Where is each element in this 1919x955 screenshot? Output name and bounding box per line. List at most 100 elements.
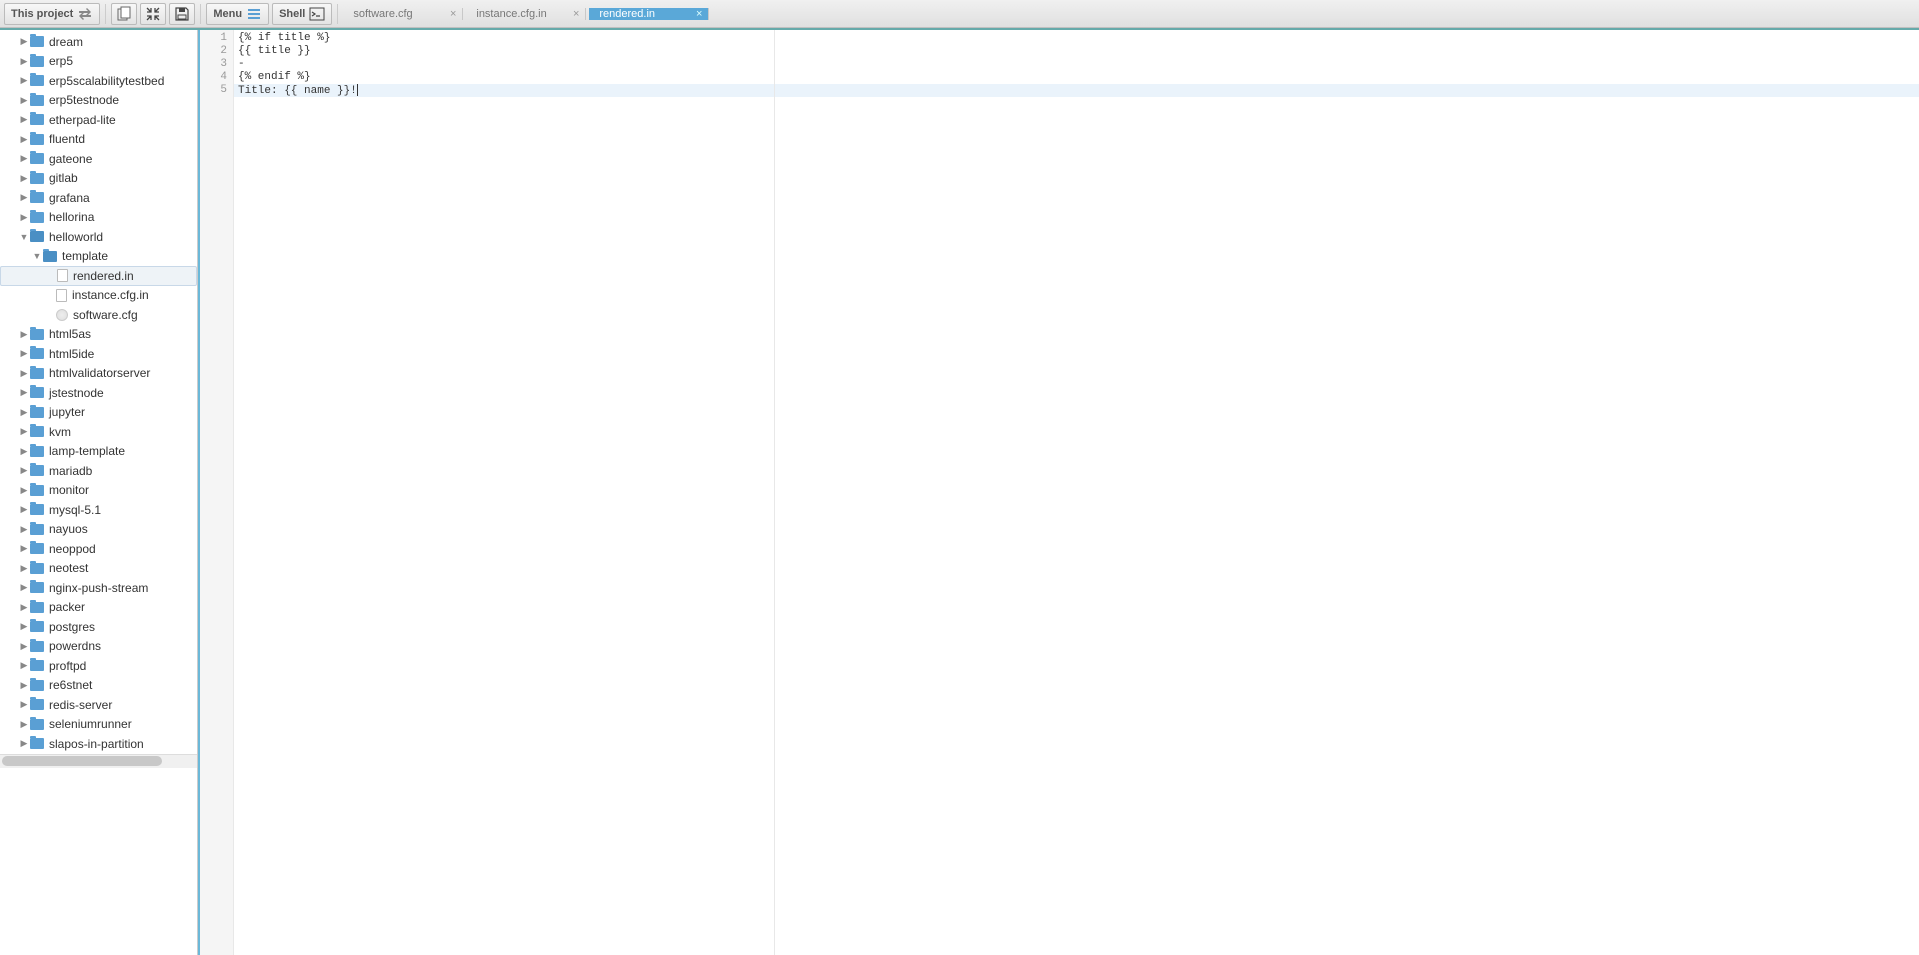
tree-folder[interactable]: ▶html5ide [0,344,197,364]
shell-button[interactable]: Shell [272,3,332,25]
chevron-right-icon[interactable]: ▶ [18,368,30,379]
code-line[interactable]: Title: {{ name }}! [234,84,1919,97]
tree-folder[interactable]: ▶lamp-template [0,442,197,462]
tree-folder[interactable]: ▶seleniumrunner [0,715,197,735]
tree-folder[interactable]: ▶slapos-in-partition [0,734,197,754]
close-icon[interactable]: × [450,8,456,20]
chevron-right-icon[interactable]: ▶ [18,95,30,106]
chevron-right-icon[interactable]: ▶ [18,426,30,437]
tree-folder[interactable]: ▶hellorina [0,208,197,228]
chevron-right-icon[interactable]: ▶ [18,504,30,515]
chevron-right-icon[interactable]: ▶ [18,602,30,613]
sidebar-scrollbar[interactable] [0,754,197,768]
collapse-button[interactable] [140,3,166,25]
tree-folder[interactable]: ▶monitor [0,481,197,501]
chevron-right-icon[interactable]: ▶ [18,56,30,67]
folder-icon [30,719,44,730]
close-icon[interactable]: × [696,8,702,20]
tree-folder[interactable]: ▶nginx-push-stream [0,578,197,598]
chevron-right-icon[interactable]: ▶ [18,212,30,223]
tree-file[interactable]: instance.cfg.in [0,286,197,306]
tree-folder[interactable]: ▶jstestnode [0,383,197,403]
chevron-down-icon[interactable]: ▼ [18,232,30,242]
tree-folder[interactable]: ▶etherpad-lite [0,110,197,130]
folder-icon [30,621,44,632]
tree-folder[interactable]: ▶re6stnet [0,676,197,696]
chevron-right-icon[interactable]: ▶ [18,134,30,145]
tree-folder[interactable]: ▼helloworld [0,227,197,247]
chevron-right-icon[interactable]: ▶ [18,485,30,496]
chevron-right-icon[interactable]: ▶ [18,173,30,184]
chevron-right-icon[interactable]: ▶ [18,621,30,632]
tab-rendered[interactable]: rendered.in × [589,8,709,20]
tree-item-label: erp5testnode [49,93,119,107]
chevron-right-icon[interactable]: ▶ [18,680,30,691]
chevron-right-icon[interactable]: ▶ [18,524,30,535]
tree-folder[interactable]: ▶nayuos [0,520,197,540]
tree-folder[interactable]: ▶gateone [0,149,197,169]
save-button[interactable] [169,3,195,25]
tree-folder[interactable]: ▶mysql-5.1 [0,500,197,520]
chevron-right-icon[interactable]: ▶ [18,329,30,340]
chevron-right-icon[interactable]: ▶ [18,36,30,47]
tree-folder[interactable]: ▶neotest [0,559,197,579]
menu-button[interactable]: Menu [206,3,269,25]
folder-icon [30,524,44,535]
chevron-right-icon[interactable]: ▶ [18,563,30,574]
close-icon[interactable]: × [573,8,579,20]
chevron-right-icon[interactable]: ▶ [18,660,30,671]
files-button[interactable] [111,3,137,25]
tree-folder[interactable]: ▶neoppod [0,539,197,559]
tree-folder[interactable]: ▶kvm [0,422,197,442]
file-tree-sidebar[interactable]: ▶dream▶erp5▶erp5scalabilitytestbed ▶ erp5t… [0,30,198,955]
code-line[interactable]: {% endif %} [234,71,1919,84]
code-line[interactable]: {% if title %} [234,32,1919,45]
chevron-right-icon[interactable]: ▶ [18,641,30,652]
tree-file[interactable]: rendered.in [0,266,197,286]
code-content[interactable]: {% if title %}{{ title }}-{% endif %}Tit… [234,30,1919,955]
tree-folder[interactable]: ▶htmlvalidatorserver [0,364,197,384]
tree-folder[interactable]: ▶erp5scalabilitytestbed [0,71,197,91]
tree-folder[interactable]: ▶html5as [0,325,197,345]
terminal-icon [309,6,325,22]
tree-folder[interactable]: ▶dream [0,32,197,52]
chevron-right-icon[interactable]: ▶ [18,446,30,457]
chevron-right-icon[interactable]: ▶ [18,407,30,418]
tab-instance[interactable]: instance.cfg.in × [466,8,586,20]
tree-file[interactable]: software.cfg [0,305,197,325]
chevron-right-icon[interactable]: ▶ [18,387,30,398]
tab-software[interactable]: software.cfg × [343,8,463,20]
chevron-right-icon[interactable]: ▶ [18,582,30,593]
project-selector-button[interactable]: This project [4,3,100,25]
tree-folder[interactable]: ▶powerdns [0,637,197,657]
tree-folder[interactable]: ▶erp5 [0,52,197,72]
chevron-right-icon[interactable]: ▶ [18,114,30,125]
code-line[interactable]: - [234,58,1919,71]
tree-folder[interactable]: ▶jupyter [0,403,197,423]
tree-folder[interactable]: ▼template [0,247,197,267]
chevron-right-icon[interactable]: ▶ [18,738,30,749]
tree-folder[interactable]: ▶grafana [0,188,197,208]
tree-folder[interactable]: ▶gitlab [0,169,197,189]
chevron-right-icon[interactable]: ▶ [18,153,30,164]
chevron-right-icon[interactable]: ▶ [18,348,30,359]
tree-folder[interactable]: ▶proftpd [0,656,197,676]
chevron-right-icon[interactable]: ▶ [18,465,30,476]
chevron-right-icon[interactable]: ▶ [18,75,30,86]
line-number: 3 [200,58,233,71]
tree-folder[interactable]: ▶packer [0,598,197,618]
chevron-right-icon[interactable]: ▶ [18,699,30,710]
chevron-right-icon[interactable]: ▶ [18,719,30,730]
tree-folder[interactable]: ▶postgres [0,617,197,637]
tree-folder[interactable]: ▶redis-server [0,695,197,715]
code-line[interactable]: {{ title }} [234,45,1919,58]
scrollbar-thumb[interactable] [2,756,162,766]
tree-folder[interactable]: ▶mariadb [0,461,197,481]
chevron-right-icon[interactable]: ▶ [18,192,30,203]
tree-folder[interactable]: ▶fluentd [0,130,197,150]
chevron-down-icon[interactable]: ▼ [31,251,43,261]
tree-folder[interactable]: ▶ erp5testnode [0,91,197,111]
code-editor[interactable]: 12345 {% if title %}{{ title }}-{% endif… [198,30,1919,955]
chevron-right-icon[interactable]: ▶ [18,543,30,554]
folder-icon [30,660,44,671]
